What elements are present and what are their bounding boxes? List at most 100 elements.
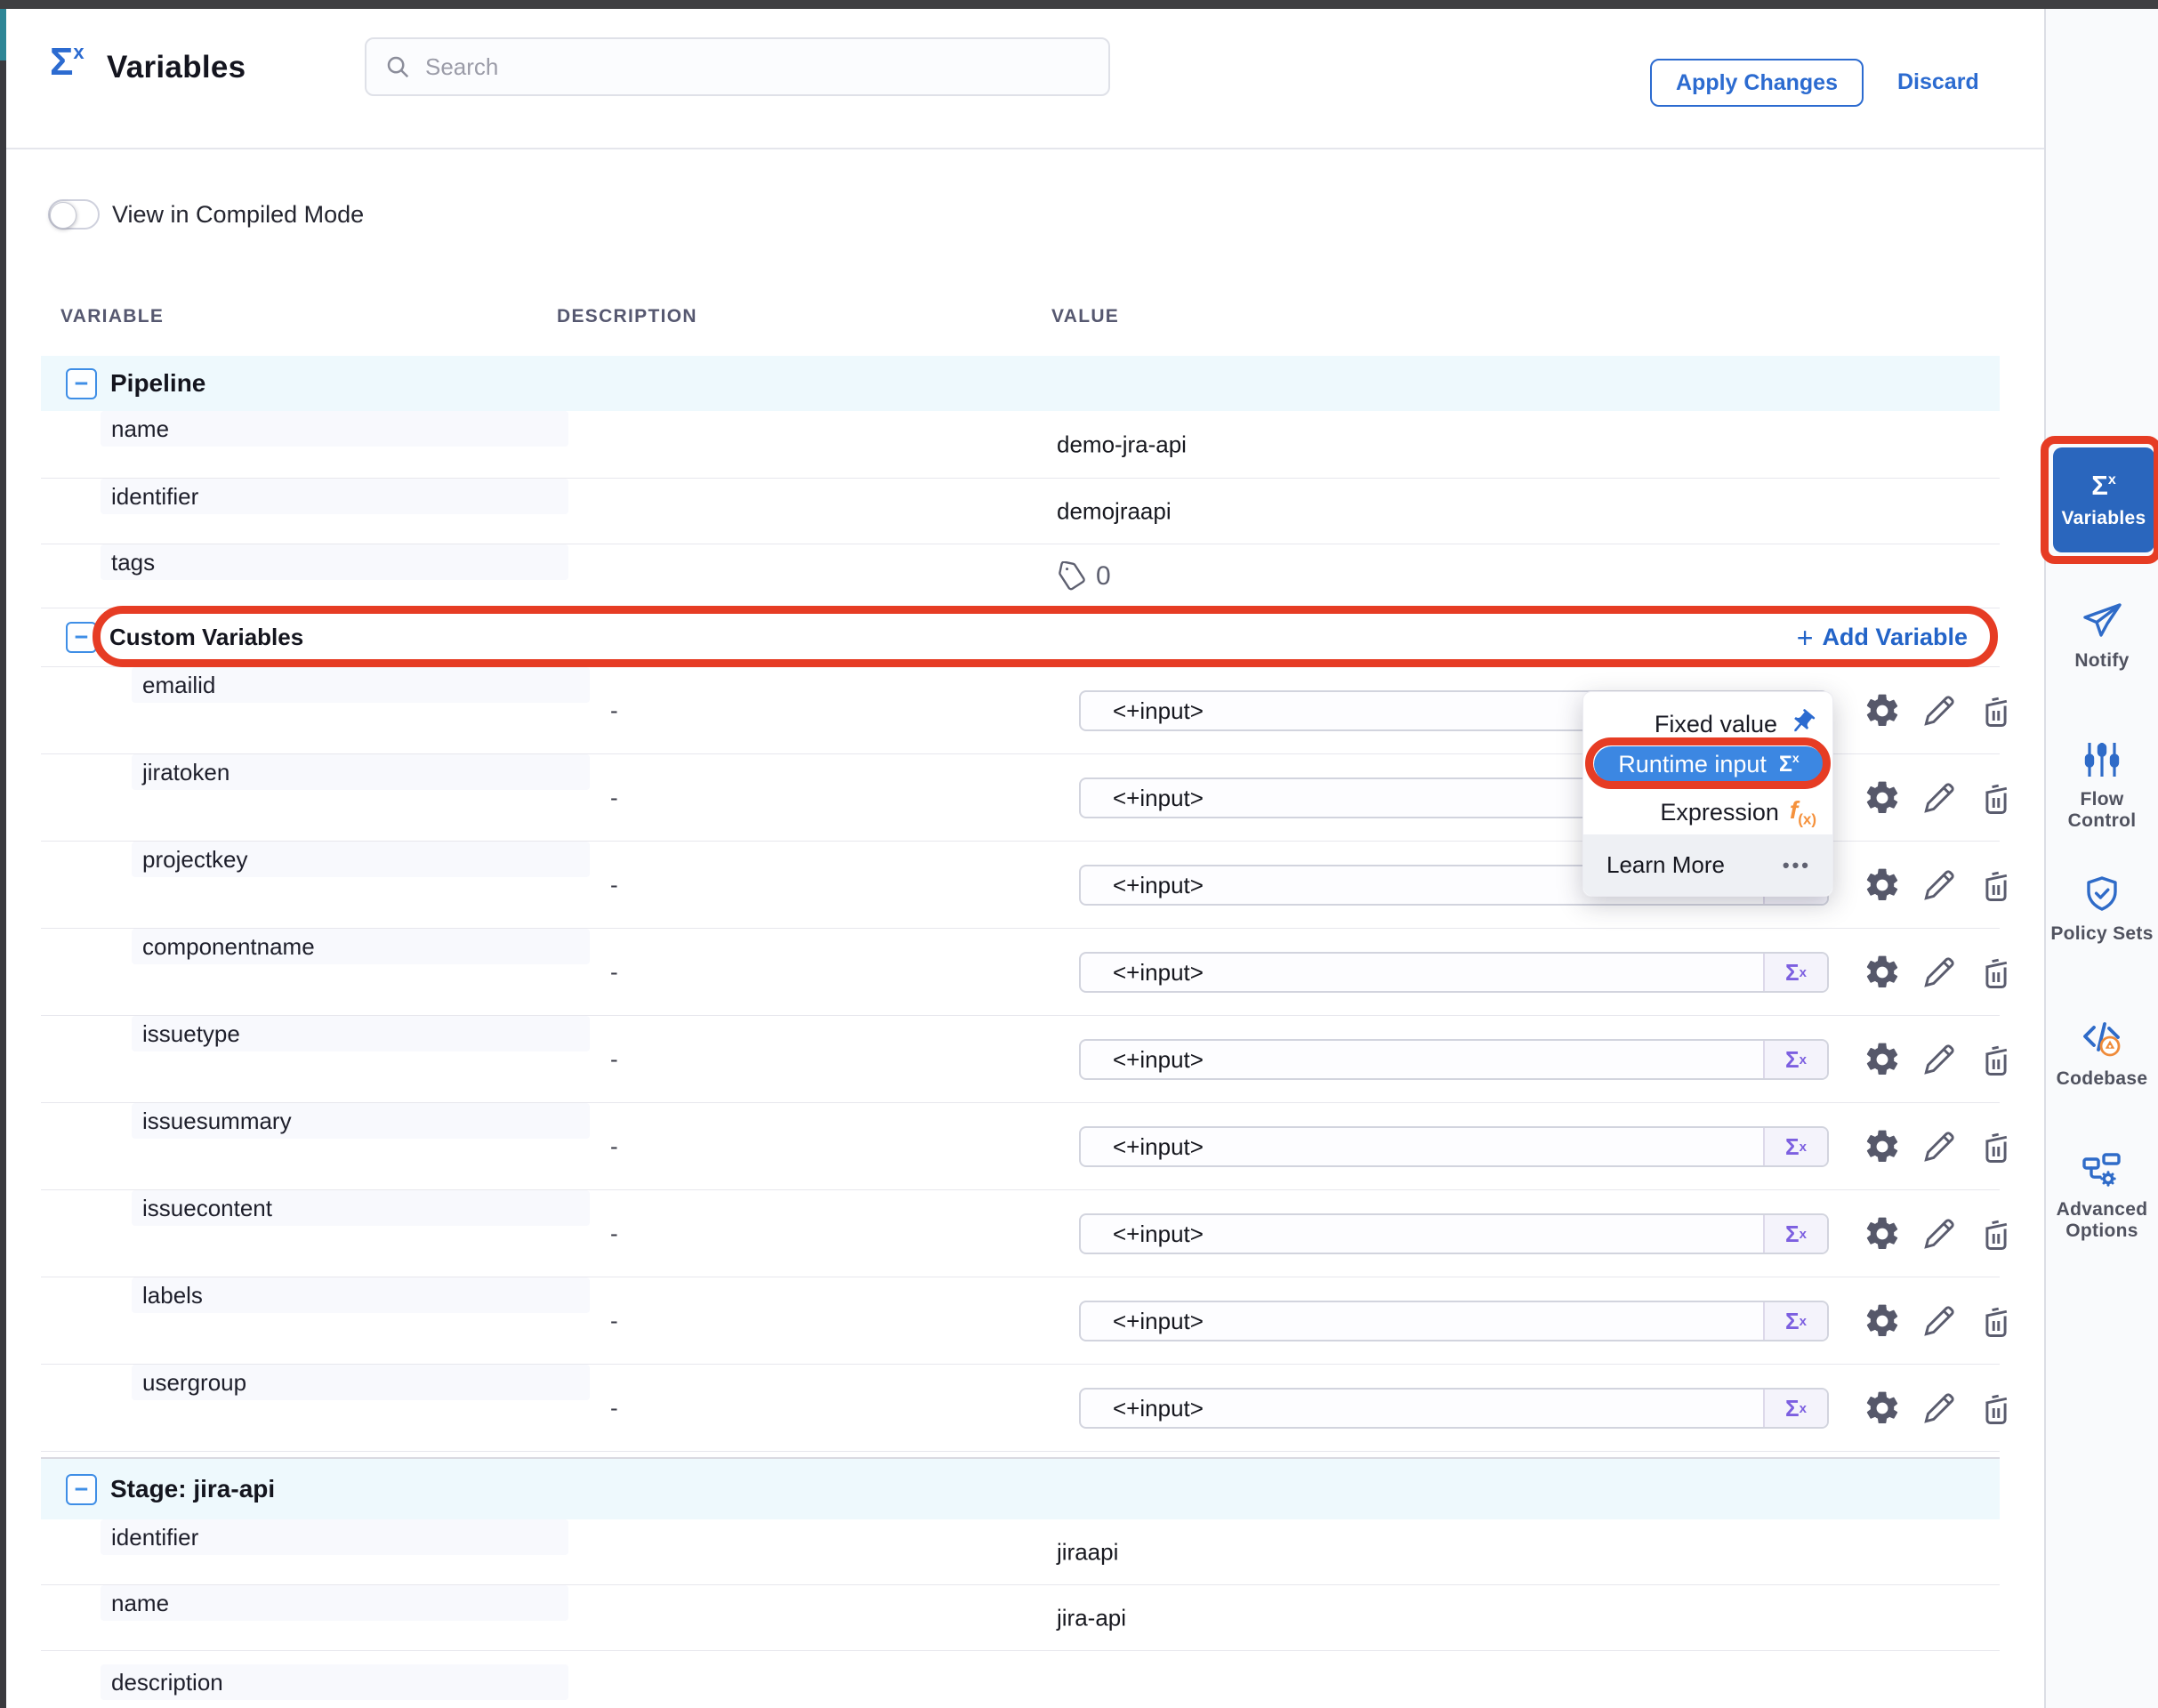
runtime-input-type-button[interactable]: Σx: [1763, 1302, 1827, 1340]
value-input[interactable]: <+input>Σx: [1079, 1039, 1829, 1080]
compiled-mode-toggle[interactable]: [48, 199, 100, 230]
variable-description: -: [610, 1045, 618, 1073]
sidebar-item-codebase[interactable]: Codebase: [2046, 1018, 2158, 1090]
sidebar-item-flow-control[interactable]: Flow Control: [2046, 738, 2158, 832]
edit-pencil-icon[interactable]: [1920, 1389, 1959, 1428]
settings-gear-icon[interactable]: [1863, 691, 1902, 730]
compiled-mode-label: View in Compiled Mode: [112, 201, 364, 229]
collapse-icon[interactable]: −: [66, 1474, 97, 1505]
collapse-icon[interactable]: −: [66, 368, 97, 399]
variable-name: emailid: [132, 667, 590, 703]
table-row: issuesummary - <+input>Σx: [41, 1103, 2000, 1190]
edit-pencil-icon[interactable]: [1920, 1040, 1959, 1079]
settings-gear-icon[interactable]: [1863, 778, 1902, 818]
table-row: usergroup - <+input>Σx: [41, 1365, 2000, 1452]
variables-panel: Σx Variables Apply Changes Discard View …: [0, 0, 2158, 1708]
variable-name: jiratoken: [132, 754, 590, 790]
variable-name: issuesummary: [132, 1103, 590, 1139]
settings-gear-icon[interactable]: [1863, 953, 1902, 992]
column-header-description: DESCRIPTION: [557, 306, 697, 327]
delete-trash-icon[interactable]: [1977, 691, 2016, 730]
runtime-input-type-button[interactable]: Σx: [1763, 1215, 1827, 1253]
table-row: name jira-api: [41, 1585, 2000, 1651]
edit-pencil-icon[interactable]: [1920, 1214, 1959, 1253]
value-input[interactable]: <+input>Σx: [1079, 1388, 1829, 1429]
delete-trash-icon[interactable]: [1977, 866, 2016, 905]
table-row: labels - <+input>Σx: [41, 1277, 2000, 1365]
edit-pencil-icon[interactable]: [1920, 1301, 1959, 1341]
variable-name: identifier: [101, 1519, 568, 1555]
menu-item-runtime-input[interactable]: Runtime input Σx: [1594, 746, 1824, 782]
settings-gear-icon[interactable]: [1863, 1127, 1902, 1166]
pipeline-section-header: − Pipeline: [41, 356, 2000, 411]
variables-sigma-icon: Σx: [50, 43, 85, 82]
delete-trash-icon[interactable]: [1977, 1127, 2016, 1166]
stage-section-header: − Stage: jira-api: [41, 1457, 2000, 1519]
settings-gear-icon[interactable]: [1863, 1040, 1902, 1079]
variable-value: demojraapi: [1057, 497, 1172, 525]
column-header-value: VALUE: [1051, 306, 1119, 327]
settings-gear-icon[interactable]: [1863, 866, 1902, 905]
delete-trash-icon[interactable]: [1977, 1301, 2016, 1341]
delete-trash-icon[interactable]: [1977, 1040, 2016, 1079]
sliders-icon: [2081, 738, 2123, 781]
section-title: Custom Variables: [109, 624, 303, 651]
edit-pencil-icon[interactable]: [1920, 866, 1959, 905]
table-row: tags 0: [41, 544, 2000, 608]
runtime-input-type-button[interactable]: Σx: [1763, 1390, 1827, 1427]
variable-name: name: [101, 1585, 568, 1621]
edit-pencil-icon[interactable]: [1920, 1127, 1959, 1166]
variable-name: componentname: [132, 929, 590, 964]
variable-name: labels: [132, 1277, 590, 1313]
runtime-input-type-button[interactable]: Σx: [1763, 1041, 1827, 1078]
variable-description: -: [610, 958, 618, 986]
delete-trash-icon[interactable]: [1977, 1214, 2016, 1253]
sidebar-item-policy-sets[interactable]: Policy Sets: [2046, 873, 2158, 945]
sidebar-item-advanced-options[interactable]: Advanced Options: [2046, 1148, 2158, 1242]
edit-pencil-icon[interactable]: [1920, 691, 1959, 730]
add-variable-button[interactable]: + Add Variable: [1797, 624, 1968, 652]
delete-trash-icon[interactable]: [1977, 1389, 2016, 1428]
settings-gear-icon[interactable]: [1863, 1389, 1902, 1428]
search-input[interactable]: [423, 52, 1050, 82]
fx-icon: f(x): [1790, 796, 1816, 829]
runtime-input-type-button[interactable]: Σx: [1763, 1128, 1827, 1165]
collapse-icon[interactable]: −: [66, 622, 97, 653]
menu-item-fixed-value[interactable]: Fixed value: [1655, 706, 1816, 742]
delete-trash-icon[interactable]: [1977, 778, 2016, 818]
table-row: name demo-jra-api: [41, 411, 2000, 479]
menu-item-expression[interactable]: Expression f(x): [1660, 793, 1816, 832]
table-row: description: [41, 1651, 2000, 1708]
search-icon: [384, 53, 411, 80]
variable-description: -: [610, 1220, 618, 1247]
delete-trash-icon[interactable]: [1977, 953, 2016, 992]
variable-name: issuecontent: [132, 1190, 590, 1226]
custom-variables-section-header: − Custom Variables + Add Variable: [41, 608, 2000, 667]
value-input[interactable]: <+input>Σx: [1079, 1301, 1829, 1341]
variable-name: usergroup: [132, 1365, 590, 1400]
code-warning-icon: [2081, 1018, 2123, 1060]
menu-learn-more[interactable]: Learn More •••: [1583, 834, 1832, 896]
variable-description: -: [610, 784, 618, 811]
table-row: issuetype - <+input>Σx: [41, 1016, 2000, 1103]
value-input[interactable]: <+input>Σx: [1079, 952, 1829, 993]
edit-pencil-icon[interactable]: [1920, 778, 1959, 818]
variable-value: jiraapi: [1057, 1538, 1118, 1566]
variable-name: tags: [101, 544, 568, 580]
column-header-variable: VARIABLE: [60, 306, 164, 327]
discard-button[interactable]: Discard: [1897, 69, 1979, 95]
settings-gear-icon[interactable]: [1863, 1214, 1902, 1253]
sidebar-item-notify[interactable]: Notify: [2046, 600, 2158, 672]
variable-description: -: [610, 871, 618, 898]
pin-icon: [1788, 708, 1816, 741]
sidebar-item-variables[interactable]: Σx Variables: [2053, 447, 2154, 552]
toggle-knob: [50, 202, 76, 229]
settings-gear-icon[interactable]: [1863, 1301, 1902, 1341]
value-input[interactable]: <+input>Σx: [1079, 1213, 1829, 1254]
runtime-input-type-button[interactable]: Σx: [1763, 954, 1827, 991]
search-box[interactable]: [365, 37, 1110, 96]
apply-changes-button[interactable]: Apply Changes: [1650, 59, 1864, 107]
value-type-menu: Fixed value Runtime input Σx Expression …: [1582, 691, 1833, 897]
edit-pencil-icon[interactable]: [1920, 953, 1959, 992]
value-input[interactable]: <+input>Σx: [1079, 1126, 1829, 1167]
